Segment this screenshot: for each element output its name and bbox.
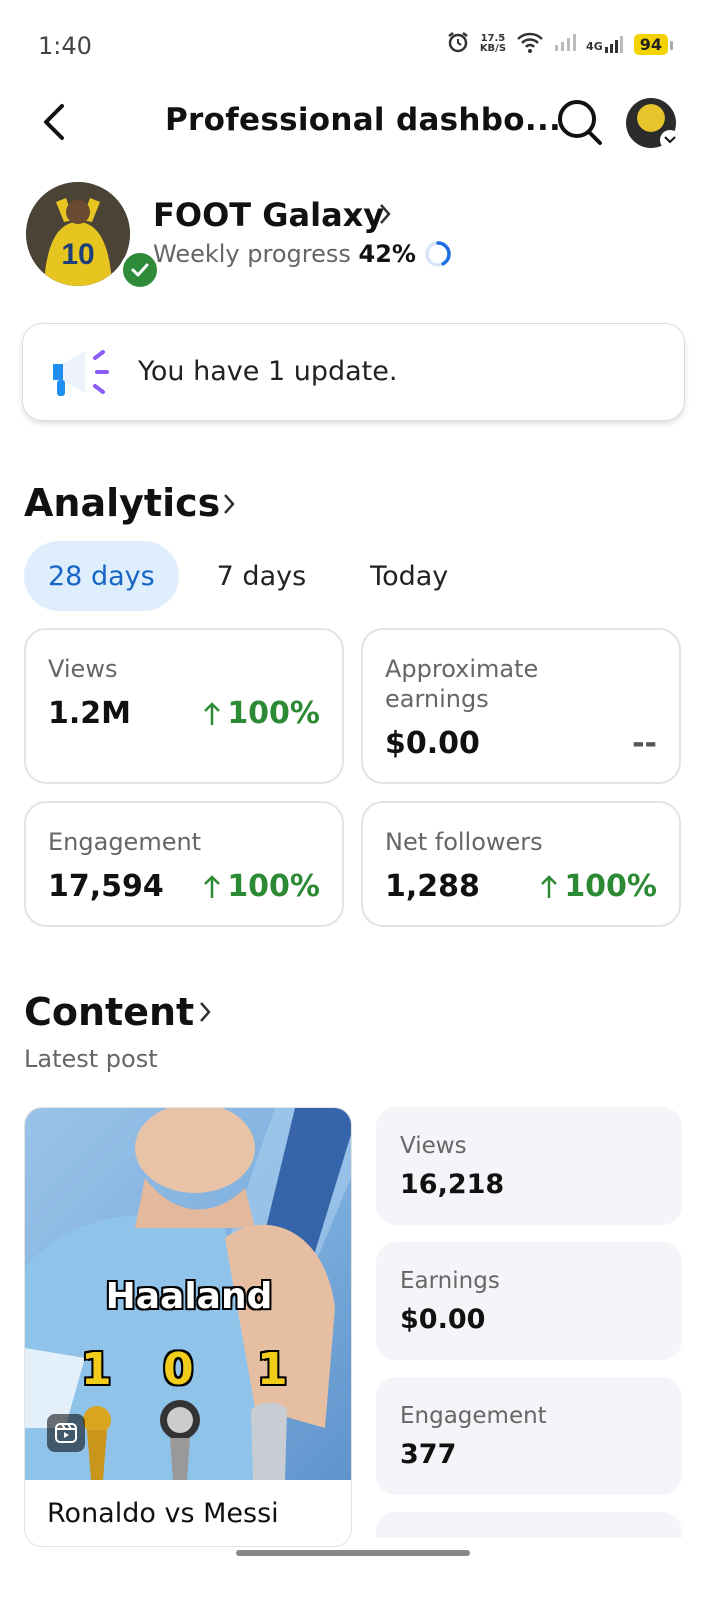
profile-avatar: 10 xyxy=(26,182,130,286)
score-2: 0 xyxy=(163,1344,194,1395)
wifi-icon xyxy=(516,31,544,57)
megaphone-icon xyxy=(49,346,113,404)
card-value: 17,594 xyxy=(48,869,164,904)
app-header: Professional dashbo... xyxy=(0,92,720,156)
svg-text:10: 10 xyxy=(61,238,94,271)
arrow-up-icon xyxy=(204,701,221,725)
earnings-card[interactable]: Approximate earnings $0.00 -- xyxy=(361,628,681,784)
score-3: 1 xyxy=(257,1344,288,1395)
card-change: 100% xyxy=(203,869,320,904)
search-icon xyxy=(558,100,602,145)
signal-weak-icon xyxy=(554,33,577,55)
engagement-card[interactable]: Engagement 17,594 100% xyxy=(24,801,344,927)
status-icons: 17.5 KB/S 4G 94 xyxy=(446,30,674,58)
chevron-right-icon xyxy=(378,202,392,230)
post-caption: Ronaldo vs Messi xyxy=(47,1498,279,1529)
search-button[interactable] xyxy=(556,98,604,152)
chevron-right-icon[interactable] xyxy=(198,1000,212,1028)
tab-today[interactable]: Today xyxy=(346,541,472,611)
card-label: Views xyxy=(48,655,118,683)
card-change: -- xyxy=(632,726,657,761)
card-value: 1,288 xyxy=(385,869,480,904)
card-label: Net followers xyxy=(385,828,543,856)
score-1: 1 xyxy=(81,1344,112,1395)
chevron-right-icon[interactable] xyxy=(222,492,236,520)
home-indicator[interactable] xyxy=(236,1550,470,1556)
post-stat-partial xyxy=(376,1512,682,1538)
updates-text: You have 1 update. xyxy=(138,356,398,387)
updates-banner[interactable]: You have 1 update. xyxy=(22,323,685,421)
content-heading[interactable]: Content xyxy=(24,990,194,1034)
reel-icon xyxy=(47,1414,85,1452)
latest-post-label: Latest post xyxy=(24,1045,158,1073)
page-title: Professional dashbo... xyxy=(165,102,562,138)
arrow-up-icon xyxy=(541,874,558,898)
post-engagement-stat: Engagement 377 xyxy=(376,1377,682,1495)
battery-indicator: 94 xyxy=(633,33,674,55)
network-speed: 17.5 KB/S xyxy=(479,33,507,54)
analytics-range-tabs: 28 days 7 days Today xyxy=(24,541,472,611)
signal-4g-icon: 4G xyxy=(586,35,624,53)
net-followers-card[interactable]: Net followers 1,288 100% xyxy=(361,801,681,927)
post-views-stat: Views 16,218 xyxy=(376,1107,682,1225)
card-change: 100% xyxy=(203,696,320,731)
progress-ring-icon xyxy=(424,240,452,272)
latest-post-card[interactable]: Haaland 1 0 1 Ronaldo vs Messi xyxy=(24,1107,352,1547)
tab-7-days[interactable]: 7 days xyxy=(193,541,331,611)
status-time: 1:40 xyxy=(38,32,92,60)
card-value: $0.00 xyxy=(385,726,480,761)
card-change: 100% xyxy=(540,869,657,904)
views-card[interactable]: Views 1.2M 100% xyxy=(24,628,344,784)
analytics-heading[interactable]: Analytics xyxy=(24,481,220,525)
alarm-icon xyxy=(446,30,470,58)
account-switcher-avatar[interactable] xyxy=(626,98,680,150)
tab-28-days[interactable]: 28 days xyxy=(24,541,179,611)
post-thumbnail-title: Haaland xyxy=(105,1276,273,1317)
profile-name: FOOT Galaxy xyxy=(153,196,385,234)
card-value: 1.2M xyxy=(48,696,131,731)
profile-summary[interactable]: 10 FOOT Galaxy Weekly progress 42% xyxy=(26,182,706,292)
post-earnings-stat: Earnings $0.00 xyxy=(376,1242,682,1360)
card-label: Engagement xyxy=(48,828,202,856)
card-label: Approximate earnings xyxy=(385,655,539,713)
weekly-progress: Weekly progress 42% xyxy=(153,240,416,268)
back-button[interactable] xyxy=(36,100,76,144)
status-bar: 1:40 17.5 KB/S 4G 94 xyxy=(0,0,720,92)
chevron-down-icon xyxy=(660,130,680,150)
post-thumbnail: Haaland 1 0 1 xyxy=(25,1108,351,1480)
back-arrow-icon xyxy=(44,104,64,140)
arrow-up-icon xyxy=(204,874,221,898)
